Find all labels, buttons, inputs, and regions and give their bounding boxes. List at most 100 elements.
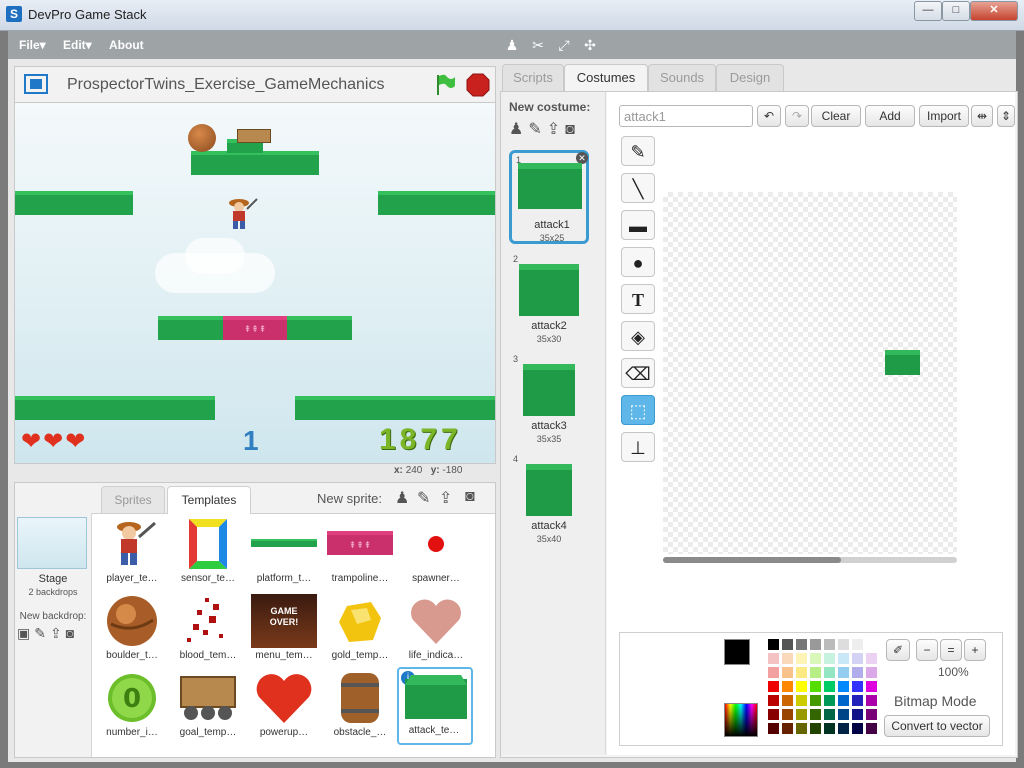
- color-swatch[interactable]: [852, 709, 863, 720]
- template-tile-obstacle[interactable]: obstacle_…: [323, 669, 397, 745]
- convert-to-vector-button[interactable]: Convert to vector: [884, 715, 990, 737]
- color-swatch[interactable]: [866, 695, 877, 706]
- eyedropper-icon[interactable]: ✐: [886, 639, 910, 661]
- stamp-icon[interactable]: ⊥: [621, 432, 655, 462]
- template-tile-player[interactable]: player_te…: [95, 515, 169, 591]
- costume-name-input[interactable]: [619, 105, 753, 127]
- flip-horizontal-icon[interactable]: ⇹: [971, 105, 993, 127]
- color-swatch[interactable]: [824, 653, 835, 664]
- color-swatch[interactable]: [796, 723, 807, 734]
- zoom-in-icon[interactable]: +: [964, 639, 986, 661]
- color-swatch[interactable]: [824, 681, 835, 692]
- color-swatch[interactable]: [782, 653, 793, 664]
- color-swatch[interactable]: [768, 695, 779, 706]
- import-button[interactable]: Import: [919, 105, 969, 127]
- redo-icon[interactable]: ↷: [785, 105, 809, 127]
- template-tile-life-indicator[interactable]: life_indica…: [399, 592, 473, 668]
- color-swatch[interactable]: [838, 723, 849, 734]
- color-picker[interactable]: [724, 703, 758, 737]
- color-swatch[interactable]: [824, 667, 835, 678]
- color-swatch[interactable]: [768, 653, 779, 664]
- template-tile-number[interactable]: 0 number_i…: [95, 669, 169, 745]
- upload-sprite-icon[interactable]: ⇪: [439, 488, 452, 508]
- color-swatch[interactable]: [852, 723, 863, 734]
- color-swatch[interactable]: [852, 695, 863, 706]
- color-swatch[interactable]: [796, 667, 807, 678]
- menu-about[interactable]: About: [109, 38, 144, 52]
- rectangle-icon[interactable]: ▬: [621, 210, 655, 240]
- color-swatch[interactable]: [866, 653, 877, 664]
- zoom-out-icon[interactable]: −: [916, 639, 938, 661]
- tab-templates[interactable]: Templates: [167, 486, 251, 514]
- costume-item-1[interactable]: 1 ✕ attack1 35x25: [509, 150, 589, 244]
- color-swatch[interactable]: [782, 723, 793, 734]
- color-swatch[interactable]: [796, 681, 807, 692]
- color-swatch[interactable]: [768, 639, 779, 650]
- scrollbar-thumb[interactable]: [663, 557, 841, 563]
- color-swatch[interactable]: [852, 667, 863, 678]
- template-tile-sensor[interactable]: sensor_te…: [171, 515, 245, 591]
- template-tile-attack[interactable]: i attack_te…: [397, 667, 473, 745]
- template-tile-menu[interactable]: GAME OVER! menu_tem…: [247, 592, 321, 668]
- color-swatch[interactable]: [796, 695, 807, 706]
- template-tile-trampoline[interactable]: ⇞⇞⇞ trampoline…: [323, 515, 397, 591]
- costume-item-4[interactable]: 4 attack4 35x40: [509, 452, 589, 546]
- zoom-reset-icon[interactable]: =: [940, 639, 962, 661]
- color-swatch[interactable]: [866, 723, 877, 734]
- player-sprite[interactable]: [221, 195, 261, 231]
- close-button[interactable]: ✕: [970, 1, 1018, 21]
- delete-tool-icon[interactable]: ✂: [529, 36, 547, 54]
- add-button[interactable]: Add: [865, 105, 915, 127]
- undo-icon[interactable]: ↶: [757, 105, 781, 127]
- green-flag-icon[interactable]: [433, 73, 457, 97]
- color-swatch[interactable]: [838, 681, 849, 692]
- color-swatch[interactable]: [838, 667, 849, 678]
- menu-file[interactable]: File▾: [19, 38, 46, 52]
- color-swatch[interactable]: [852, 681, 863, 692]
- backdrop-tools[interactable]: ▣✎⇪◙: [17, 625, 78, 642]
- color-swatch[interactable]: [782, 681, 793, 692]
- stage-thumbnail[interactable]: [17, 517, 87, 569]
- color-swatch[interactable]: [810, 653, 821, 664]
- color-swatch[interactable]: [796, 653, 807, 664]
- color-swatch[interactable]: [824, 695, 835, 706]
- template-tile-powerup[interactable]: powerup…: [247, 669, 321, 745]
- color-swatch[interactable]: [782, 639, 793, 650]
- brush-sprite-icon[interactable]: ✎: [417, 488, 430, 508]
- tab-sprites[interactable]: Sprites: [101, 486, 165, 513]
- color-swatch[interactable]: [796, 709, 807, 720]
- color-swatch[interactable]: [810, 639, 821, 650]
- color-swatch[interactable]: [782, 667, 793, 678]
- paint-sprite-icon[interactable]: ♟: [395, 488, 409, 508]
- template-tile-blood[interactable]: blood_tem…: [171, 592, 245, 668]
- stage-canvas[interactable]: ⇞⇞⇞ ❤❤❤ 1 1877: [14, 102, 496, 464]
- costume-item-2[interactable]: 2 attack2 35x30: [509, 252, 589, 346]
- tab-scripts[interactable]: Scripts: [502, 64, 564, 91]
- horizontal-scrollbar[interactable]: [663, 557, 957, 563]
- color-swatch[interactable]: [838, 695, 849, 706]
- template-tile-gold[interactable]: gold_temp…: [323, 592, 397, 668]
- tab-sounds[interactable]: Sounds: [648, 64, 716, 91]
- costume-item-3[interactable]: 3 attack3 35x35: [509, 352, 589, 446]
- drawing-canvas[interactable]: [663, 192, 957, 554]
- color-swatch[interactable]: [782, 695, 793, 706]
- menu-edit[interactable]: Edit▾: [63, 38, 92, 52]
- goal-cart-sprite[interactable]: [237, 129, 271, 143]
- color-swatches[interactable]: [768, 639, 880, 739]
- brush-icon[interactable]: ✎: [621, 136, 655, 166]
- color-swatch[interactable]: [810, 695, 821, 706]
- tab-costumes[interactable]: Costumes: [564, 64, 648, 91]
- template-tile-boulder[interactable]: boulder_t…: [95, 592, 169, 668]
- color-swatch[interactable]: [838, 653, 849, 664]
- eraser-icon[interactable]: ⌫: [621, 358, 655, 388]
- fullscreen-icon[interactable]: [23, 73, 49, 95]
- color-swatch[interactable]: [838, 639, 849, 650]
- color-swatch[interactable]: [782, 709, 793, 720]
- color-swatch[interactable]: [824, 723, 835, 734]
- color-swatch[interactable]: [824, 709, 835, 720]
- select-icon[interactable]: ⬚: [621, 395, 655, 425]
- color-swatch[interactable]: [810, 681, 821, 692]
- tab-design[interactable]: Design: [716, 64, 784, 91]
- clear-button[interactable]: Clear: [811, 105, 861, 127]
- grow-tool-icon[interactable]: ⤢: [555, 36, 573, 54]
